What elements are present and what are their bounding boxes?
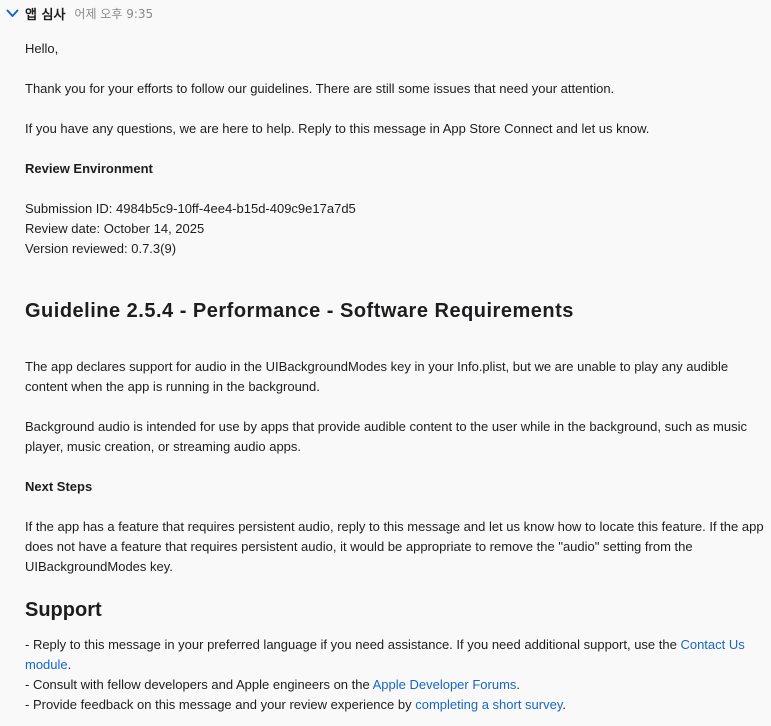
mail-message-view: 앱 심사 어제 오후 9:35 Hello, Thank you for you… [0,0,771,726]
help-paragraph: If you have any questions, we are here t… [25,121,650,136]
review-environment-heading: Review Environment [25,161,153,176]
version-reviewed: Version reviewed: 0.7.3(9) [25,241,177,256]
message-body: Hello, Thank you for your efforts to fol… [25,39,767,715]
message-timestamp: 어제 오후 9:35 [74,6,154,21]
submission-id: Submission ID: 4984b5c9-10ff-4ee4-b15d-4… [25,201,356,216]
survey-link[interactable]: completing a short survey [415,697,562,712]
greeting: Hello, [25,41,59,56]
message-header[interactable]: 앱 심사 어제 오후 9:35 [5,3,153,23]
support-item-3-text: - Provide feedback on this message and y… [25,697,416,712]
support-item-2-text: - Consult with fellow developers and App… [25,677,373,692]
support-item-3: - Provide feedback on this message and y… [25,695,767,715]
issue-paragraph-1: The app declares support for audio in th… [25,359,729,394]
developer-forums-link[interactable]: Apple Developer Forums [373,677,517,692]
review-date: Review date: October 14, 2025 [25,221,205,236]
support-item-3-suffix: . [562,697,567,712]
issue-paragraph-2: Background audio is intended for use by … [25,419,747,454]
next-steps-heading: Next Steps [25,479,93,494]
guideline-heading: Guideline 2.5.4 - Performance - Software… [25,300,574,322]
sender-name: 앱 심사 [25,7,66,23]
support-item-1-suffix: . [67,657,72,672]
intro-paragraph: Thank you for your efforts to follow our… [25,81,615,96]
support-item-1-text: - Reply to this message in your preferre… [25,637,681,652]
support-item-2-suffix: . [516,677,521,692]
chevron-down-icon[interactable] [5,6,19,20]
support-heading: Support [25,599,102,621]
support-item-2: - Consult with fellow developers and App… [25,675,767,695]
support-item-1: - Reply to this message in your preferre… [25,635,767,675]
next-steps-paragraph: If the app has a feature that requires p… [25,519,764,574]
